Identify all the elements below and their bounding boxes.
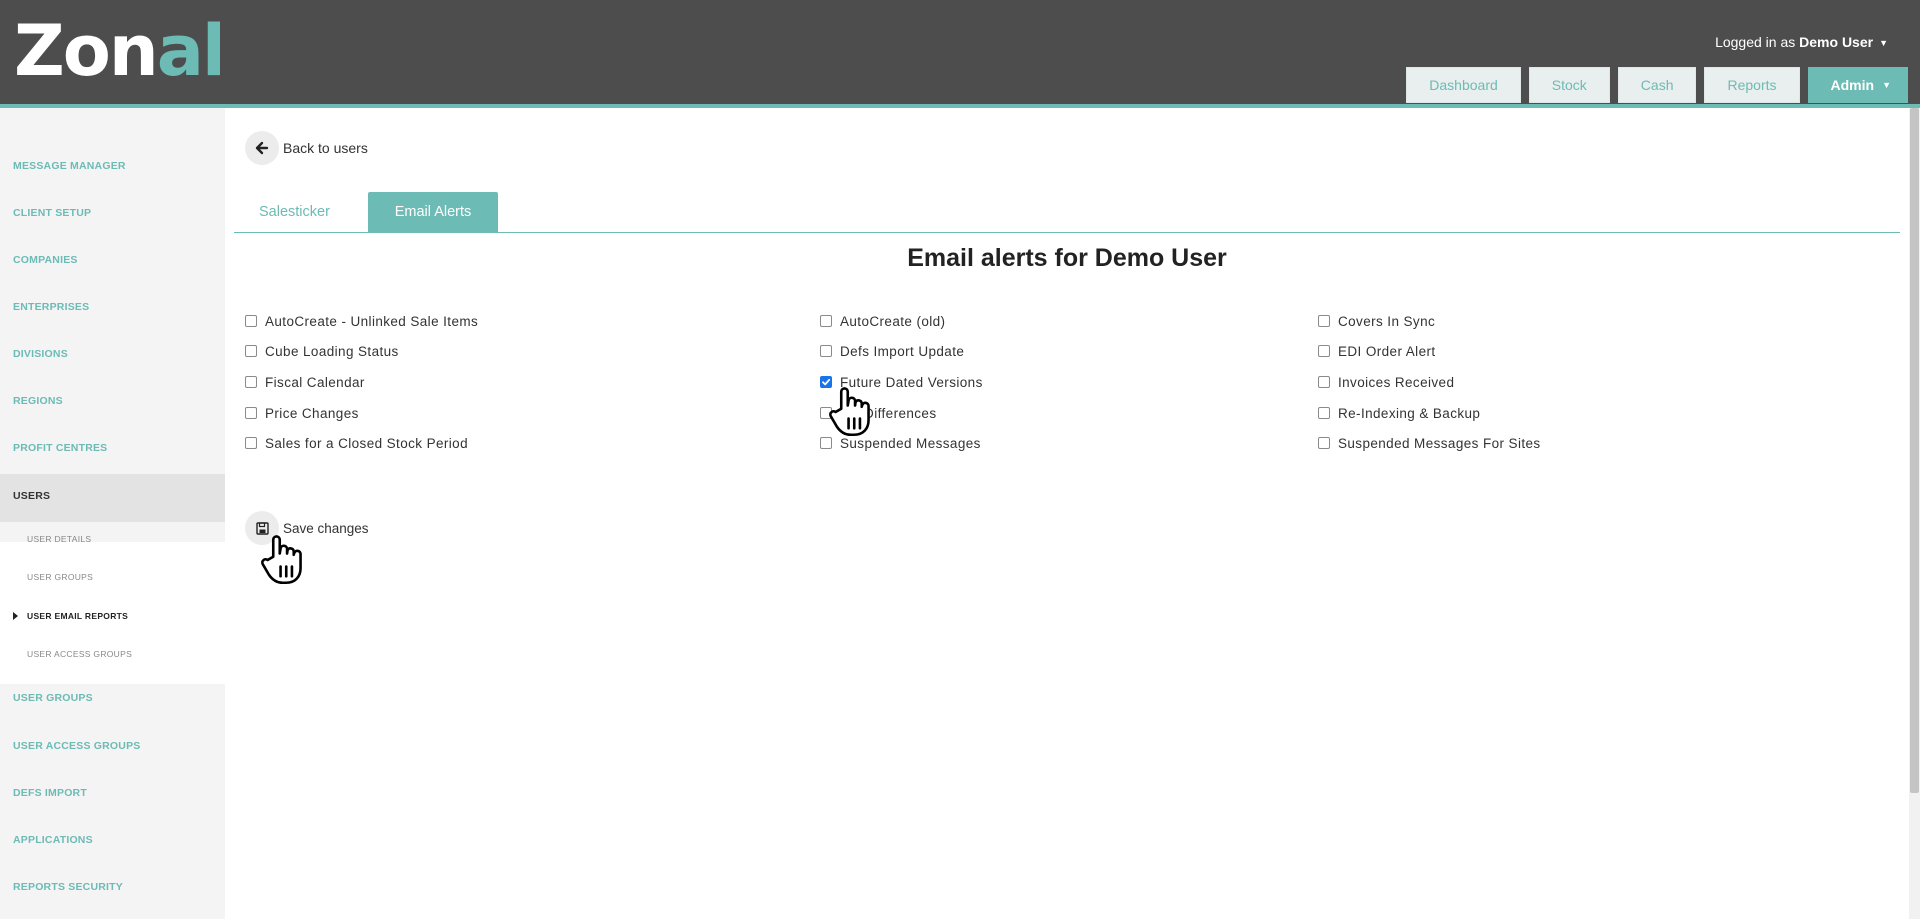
sidebar-item-regions[interactable]: REGIONS [0, 390, 225, 412]
sidebar-item-reports-security[interactable]: REPORTS SECURITY [0, 876, 225, 898]
sidebar-subitem-user-details[interactable]: USER DETAILS [0, 530, 225, 548]
sidebar-item-users[interactable]: USERS [0, 485, 225, 507]
sidebar-subitem-label: USER EMAIL REPORTS [27, 611, 129, 621]
user-name: Demo User [1799, 34, 1874, 50]
alert-checkbox[interactable] [1318, 437, 1330, 449]
tab-salesticker[interactable]: Salesticker [237, 192, 352, 232]
tab-bar: Salesticker Email Alerts [234, 192, 1900, 233]
sidebar-item-applications[interactable]: APPLICATIONS [0, 829, 225, 851]
sidebar-item-message-manager[interactable]: MESSAGE MANAGER [0, 155, 225, 177]
zonal-logo[interactable]: Zonal [14, 16, 226, 86]
sidebar: MESSAGE MANAGER CLIENT SETUP COMPANIES E… [0, 108, 225, 919]
top-header: Zonal Logged in as Demo User ▼ Dashboard … [0, 0, 1920, 108]
alert-option[interactable]: Defs Import Update [820, 341, 964, 361]
alert-label: AutoCreate (old) [840, 313, 946, 329]
nav-stock-button[interactable]: Stock [1528, 67, 1610, 103]
sidebar-subitem-user-email-reports[interactable]: USER EMAIL REPORTS [0, 607, 225, 625]
alert-option[interactable]: AutoCreate - Unlinked Sale Items [245, 311, 478, 331]
alert-checkbox[interactable] [820, 437, 832, 449]
nav-admin-button[interactable]: Admin ▼ [1807, 67, 1908, 103]
alert-label: Defs Import Update [840, 343, 965, 359]
sidebar-item-companies[interactable]: COMPANIES [0, 249, 225, 271]
sidebar-item-client-setup[interactable]: CLIENT SETUP [0, 202, 225, 224]
alert-label: Invoices Received [1338, 374, 1455, 390]
alert-checkbox[interactable] [1318, 315, 1330, 327]
top-nav: Dashboard Stock Cash Reports Admin ▼ [1406, 67, 1908, 103]
sidebar-item-enterprises[interactable]: ENTERPRISES [0, 296, 225, 318]
alert-option[interactable]: Covers In Sync [1318, 311, 1435, 331]
nav-dashboard-button[interactable]: Dashboard [1406, 67, 1521, 103]
sidebar-item-user-groups[interactable]: USER GROUPS [0, 687, 225, 709]
alert-label: Price Changes [265, 405, 359, 421]
alert-checkbox[interactable] [1318, 407, 1330, 419]
nav-cash-button[interactable]: Cash [1617, 67, 1697, 103]
arrow-left-icon [245, 131, 279, 165]
alert-label: Fiscal Calendar [265, 374, 365, 390]
nav-reports-button[interactable]: Reports [1704, 67, 1800, 103]
hand-pointer-cursor-icon [829, 387, 870, 437]
alert-option[interactable]: Price Changes [245, 403, 359, 423]
alert-label: Suspended Messages For Sites [1338, 435, 1541, 451]
sidebar-subitem-user-groups[interactable]: USER GROUPS [0, 568, 225, 586]
alert-option[interactable]: Cube Loading Status [245, 341, 399, 361]
alert-label: Sales for a Closed Stock Period [265, 435, 468, 451]
alert-option[interactable]: Sales for a Closed Stock Period [245, 433, 468, 453]
caret-down-icon: ▼ [1882, 80, 1891, 90]
nav-admin-label: Admin [1830, 77, 1875, 93]
alert-checkbox[interactable] [245, 315, 257, 327]
alert-checkbox[interactable] [245, 345, 257, 357]
alert-label: Re-Indexing & Backup [1338, 405, 1481, 421]
alert-checkbox[interactable] [820, 345, 832, 357]
back-label: Back to users [283, 140, 368, 156]
alert-option[interactable]: EDI Order Alert [1318, 341, 1436, 361]
sidebar-item-divisions[interactable]: DIVISIONS [0, 343, 225, 365]
alert-option[interactable]: Suspended Messages For Sites [1318, 433, 1541, 453]
alert-label: EDI Order Alert [1338, 343, 1436, 359]
back-to-users-button[interactable]: Back to users [245, 131, 368, 165]
alert-checkbox[interactable] [820, 315, 832, 327]
sidebar-subitem-user-access-groups[interactable]: USER ACCESS GROUPS [0, 645, 225, 663]
alert-label: Covers In Sync [1338, 313, 1436, 329]
alert-option[interactable]: Fiscal Calendar [245, 372, 365, 392]
alert-checkbox[interactable] [245, 376, 257, 388]
sidebar-item-profit-centres[interactable]: PROFIT CENTRES [0, 437, 225, 459]
alert-label: AutoCreate - Unlinked Sale Items [265, 313, 479, 329]
alert-option[interactable]: Invoices Received [1318, 372, 1454, 392]
alert-checkbox[interactable] [245, 437, 257, 449]
logged-in-prefix: Logged in as [1715, 34, 1796, 50]
alert-checkbox[interactable] [245, 407, 257, 419]
caret-right-icon [13, 612, 18, 620]
alert-checkbox[interactable] [1318, 345, 1330, 357]
alert-label: Cube Loading Status [265, 343, 399, 359]
tab-email-alerts[interactable]: Email Alerts [368, 192, 498, 232]
page-title: Email alerts for Demo User [907, 244, 1227, 272]
alert-option[interactable]: Re-Indexing & Backup [1318, 403, 1480, 423]
sidebar-item-user-access-groups[interactable]: USER ACCESS GROUPS [0, 735, 225, 757]
hand-pointer-cursor-icon [261, 535, 302, 585]
alert-option[interactable]: AutoCreate (old) [820, 311, 945, 331]
caret-down-icon: ▼ [1879, 38, 1888, 48]
scrollbar-thumb[interactable] [1910, 108, 1919, 793]
user-menu[interactable]: Logged in as Demo User ▼ [1715, 34, 1888, 50]
sidebar-item-defs-import[interactable]: DEFS IMPORT [0, 782, 225, 804]
alert-checkbox[interactable] [1318, 376, 1330, 388]
